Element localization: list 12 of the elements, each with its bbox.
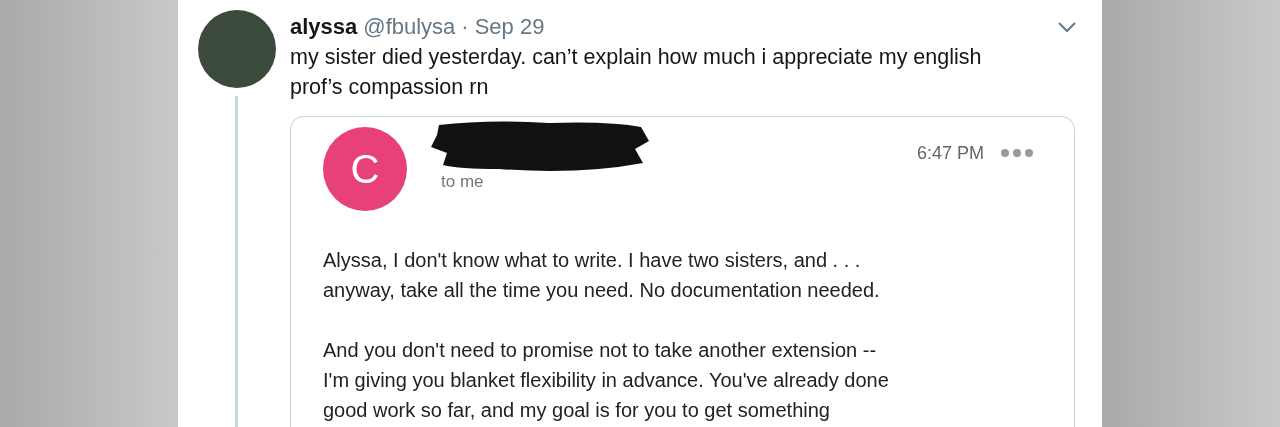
- recipient-label: to me: [441, 172, 485, 192]
- tweet-text: my sister died yesterday. can’t explain how much i appreciate my english prof’s compassion rn: [290, 44, 983, 101]
- email-time: 6:47 PM: [916, 143, 984, 164]
- chevron-down-icon[interactable]: [1058, 21, 1076, 33]
- email-paragraph: Alyssa, I don't know what to write. I have two sisters, and . . . anyway, take all the time you need. No documentation needed.: [323, 248, 881, 303]
- sender-avatar: C: [323, 127, 407, 211]
- user-name[interactable]: alyssa: [290, 14, 358, 40]
- separator: ·: [461, 14, 469, 40]
- email-paragraph: And you don't need to promise not to take another extension -- I'm giving you blanket flexibility in advance. You've already done good work so far, and my goal is for you to get something: [323, 338, 890, 423]
- tweet-date[interactable]: Sep 29: [474, 14, 545, 40]
- more-icon[interactable]: [1000, 148, 1034, 158]
- user-handle[interactable]: @fbulysa: [363, 14, 456, 40]
